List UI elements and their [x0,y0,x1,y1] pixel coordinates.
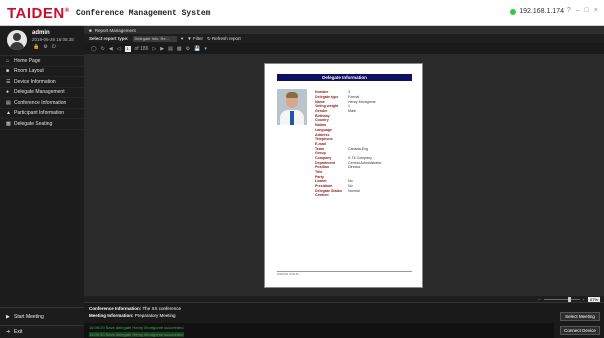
sidebar-item-delegate-seating[interactable]: ▩ Delegate Seating [0,119,84,130]
conference-info: Conference Information: The XX conferenc… [89,306,181,311]
start-meeting-button[interactable]: ▶ Start Meeting [0,307,84,325]
sidebar-item-label: Delegate Seating [14,120,53,127]
toolbar-icon[interactable]: ◯ [91,46,97,52]
save-icon[interactable]: 💾 [194,46,200,52]
last-page-icon[interactable]: ▶ [160,46,164,52]
page-number-input[interactable]: 1 [124,45,131,52]
connect-device-button[interactable]: Connect Device [560,326,600,335]
taiden-logo: TAIDEN® [7,5,70,22]
sidebar-item-label: Device Information [14,78,56,85]
close-button[interactable]: × [594,7,598,14]
zoom-slider[interactable] [543,296,580,302]
report-field: Name Henry Montgome [315,99,376,104]
window-controls: ? – □ × [567,7,598,14]
next-page-icon[interactable]: ▷ [152,46,156,52]
layout-icon[interactable]: ▤ [168,46,173,52]
sidebar-item-participant-information[interactable]: ▲ Participant Information [0,109,84,119]
report-page: Delegate Information Number 3 Delegate ty… [264,63,423,288]
log-line: 16:05:30 Save delegate Henry Montgome su… [89,332,184,337]
tab-report-management[interactable]: ■ Report Management [84,26,604,34]
zoom-out-icon[interactable]: − [538,297,540,302]
report-field: Department Central Administrator [315,160,382,165]
log-area: 16:05:29 Save delegate Henry Montgome su… [84,323,554,338]
report-fields: Number 3 Delegate type Formal Name Henry Mo… [315,90,382,198]
select-meeting-button[interactable]: Select Meeting [560,312,600,321]
sidebar-item-delegate-management[interactable]: ● Delegate Management [0,88,84,98]
refresh-icon[interactable]: ↻ [101,46,105,52]
list-icon: ▤ [6,99,11,106]
play-icon: ▶ [6,313,10,320]
connection-dot-icon [510,8,517,15]
zoom-value[interactable]: 67% [587,296,600,302]
title-bar: TAIDEN® Conference Management System 192… [0,0,604,26]
report-viewer: Delegate Information Number 3 Delegate ty… [84,54,604,296]
sidebar-item-label: Delegate Management [14,89,65,96]
report-field: Content [315,193,329,198]
ip-address: 192.168.1.174 [519,8,564,15]
sidebar: admin 2019-06-26 16:05:38 🔒 ⚙ ⏻ ⌂ Home Pa… [0,26,84,338]
log-line: 16:05:29 Save delegate Henry Montgome su… [89,325,184,330]
exit-button[interactable]: ➜ Exit [0,325,84,338]
chevron-down-icon[interactable]: ▾ [204,46,207,52]
refresh-report-button[interactable]: ↻ Refresh report [207,36,241,42]
connection-status: 192.168.1.174 [510,8,564,15]
sidebar-item-room-layout[interactable]: ■ Room Layout [0,67,84,77]
help-button[interactable]: ? [567,7,571,14]
print-icon[interactable]: ▩ [177,46,182,52]
prev-page-icon[interactable]: ◁ [117,46,121,52]
report-footer: 2019/6/26 16:05:38 [277,271,412,276]
zoom-slider-thumb[interactable] [567,296,571,302]
room-icon: ■ [6,68,10,75]
report-toolbar: ◯ ↻ ◀ ◁ 1 of 186 ▷ ▶ ▤ ▩ ⚙ 💾 ▾ [84,43,604,54]
settings-icon[interactable]: ⚙ [186,46,190,52]
report-header: Delegate Information [277,74,412,81]
avatar [7,30,27,50]
minimize-button[interactable]: – [576,7,580,14]
zoom-in-icon[interactable]: + [583,297,585,302]
page-total: of 186 [134,45,149,52]
sidebar-item-device-information[interactable]: ☰ Device Information [0,77,84,88]
gear-icon[interactable]: ⚙ [43,44,47,50]
sidebar-item-label: Room Layout [14,68,44,75]
maximize-button[interactable]: □ [585,7,589,14]
sidebar-bottom: ▶ Start Meeting ➜ Exit [0,307,84,338]
main-area: ■ Report Management Select report type: … [84,26,604,302]
user-datetime: 2019-06-26 16:05:38 [32,37,74,42]
sidebar-item-label: Conference Information [14,99,67,106]
report-type-select[interactable]: Delegate Info. Re... [132,35,177,42]
filter-button[interactable]: ▼ Filter [187,36,203,41]
user-panel: admin 2019-06-26 16:05:38 🔒 ⚙ ⏻ [0,26,84,56]
report-field: Company X-Tk Company [315,155,372,160]
sidebar-item-conference-information[interactable]: ▤ Conference Information [0,98,84,109]
delegate-photo [277,89,307,125]
first-page-icon[interactable]: ◀ [109,46,113,52]
people-icon: ▲ [6,110,11,117]
chevron-down-icon[interactable]: ▾ [181,36,183,42]
filter-bar: Select report type: Delegate Info. Re...… [84,34,604,43]
user-actions: 🔒 ⚙ ⏻ [33,44,56,50]
app-title: Conference Management System [76,9,211,18]
device-icon: ☰ [6,78,11,85]
report-type-label: Select report type: [89,36,129,41]
power-icon[interactable]: ⏻ [52,44,56,50]
person-icon: ● [6,89,10,96]
meeting-info: Meeting Information: Preparatory Meeting [89,313,176,318]
exit-icon: ➜ [6,329,11,335]
home-icon: ⌂ [6,57,10,64]
report-icon: ■ [89,27,92,33]
info-panel: Conference Information: The XX conferenc… [84,302,604,338]
user-name: admin [32,30,50,36]
sidebar-item-home[interactable]: ⌂ Home Page [0,56,84,67]
sidebar-item-label: Participant Information [14,110,65,117]
lock-icon[interactable]: 🔒 [33,44,39,50]
sidebar-item-label: Home Page [14,57,41,64]
seat-icon: ▩ [6,120,11,127]
